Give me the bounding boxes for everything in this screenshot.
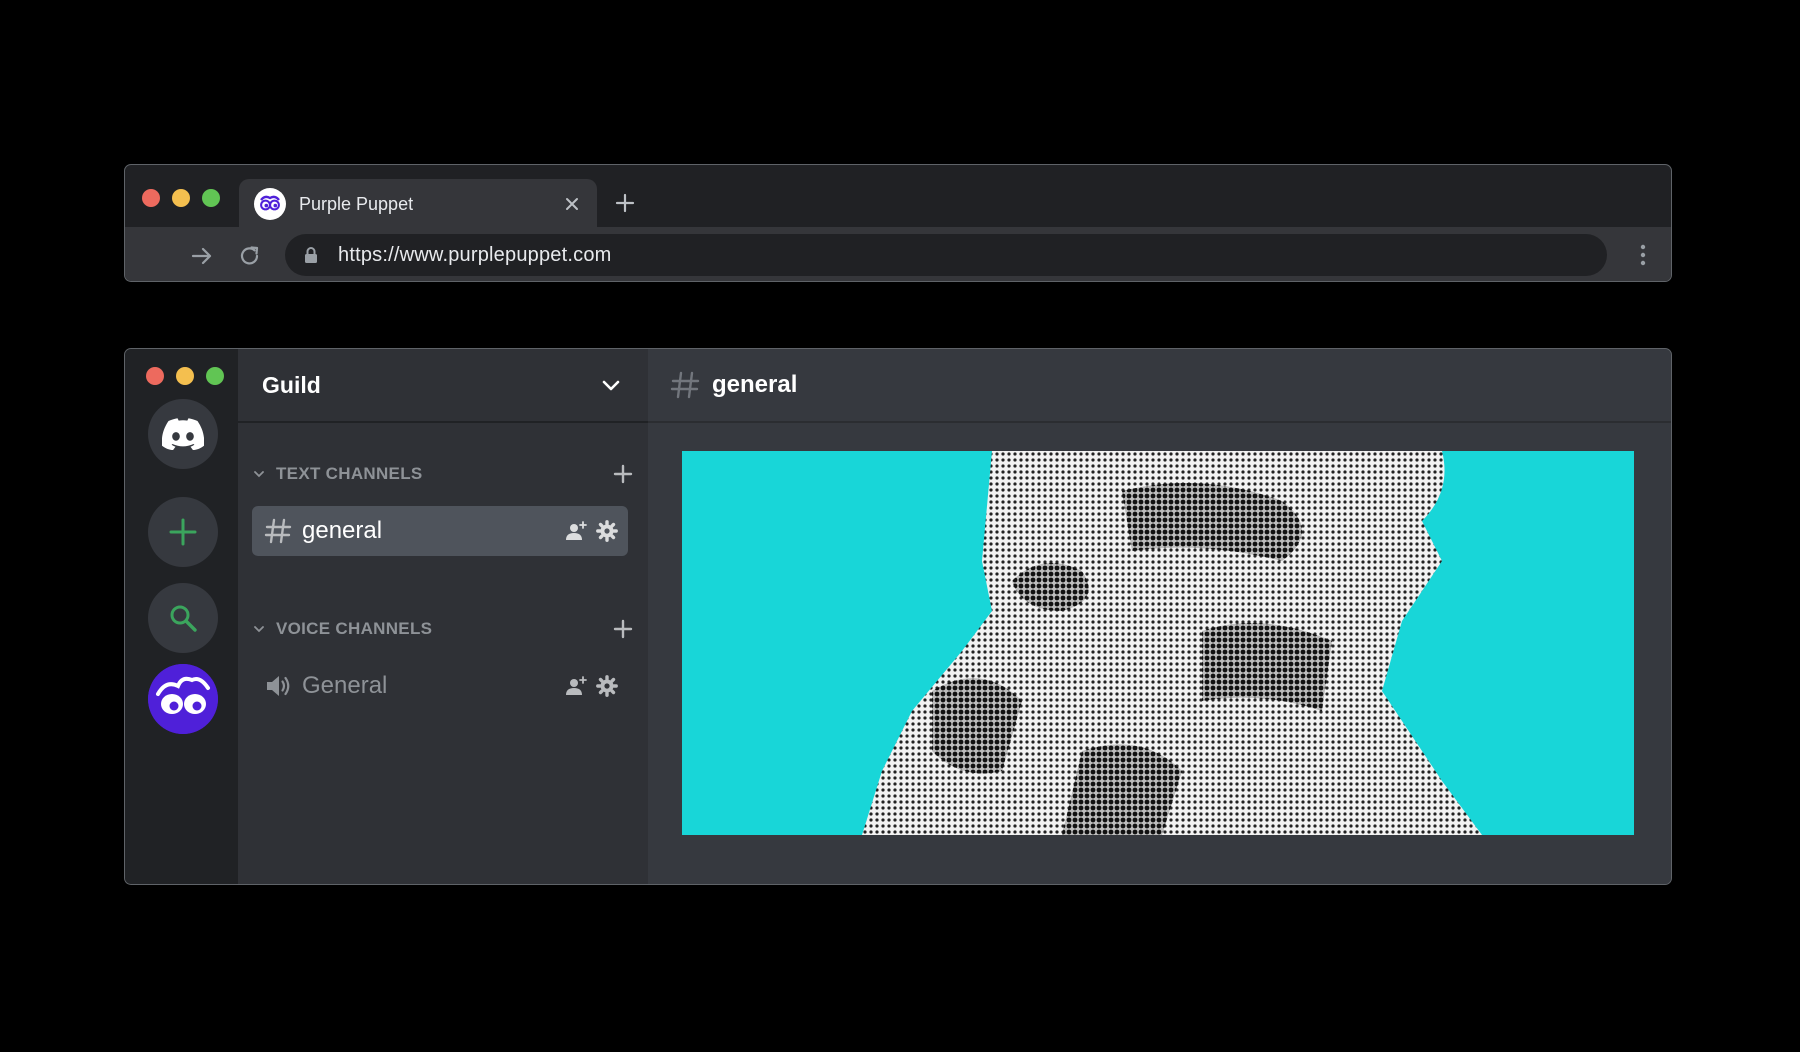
hashtag-icon [670, 371, 700, 399]
maximize-window-button[interactable] [202, 189, 220, 207]
channel-sidebar: Guild TEXT CHANNELS general VOICE CHANNE… [238, 349, 648, 884]
reload-icon[interactable] [237, 243, 263, 269]
explore-servers-button[interactable] [148, 583, 218, 653]
category-label: TEXT CHANNELS [276, 464, 423, 483]
category-text-channels[interactable]: TEXT CHANNELS [252, 459, 634, 489]
close-window-button[interactable] [142, 189, 160, 207]
home-button[interactable] [148, 399, 218, 469]
channel-general[interactable]: general [252, 506, 628, 556]
tab-title: Purple Puppet [299, 193, 414, 214]
kebab-menu-icon[interactable] [1639, 243, 1647, 267]
purple-puppet-logo-icon [254, 188, 286, 220]
create-channel-plus-icon[interactable] [612, 618, 634, 640]
invite-user-icon[interactable] [565, 520, 587, 542]
maximize-window-button[interactable] [206, 367, 224, 385]
gear-icon[interactable] [596, 520, 618, 542]
channel-label: General [302, 672, 388, 699]
chevron-down-icon[interactable] [600, 375, 622, 397]
gear-icon[interactable] [596, 675, 618, 697]
chevron-down-icon [254, 471, 264, 478]
channel-voice-general[interactable]: General [252, 661, 628, 711]
halftone-astronaut-banner [682, 451, 1634, 835]
discord-logo-icon [162, 418, 204, 450]
speaker-icon [267, 676, 290, 696]
lock-icon [305, 247, 317, 263]
chevron-down-icon [254, 626, 264, 633]
arrow-right-icon[interactable] [189, 243, 215, 269]
new-tab-plus-icon[interactable] [613, 191, 637, 215]
minimize-window-button[interactable] [176, 367, 194, 385]
channel-label: general [302, 517, 383, 544]
create-channel-plus-icon[interactable] [612, 463, 634, 485]
address-bar[interactable]: https://www.purplepuppet.com [285, 234, 1607, 276]
guild-header[interactable]: Guild [238, 349, 648, 423]
browser-tab[interactable]: Purple Puppet [239, 179, 597, 229]
channel-actions [565, 520, 618, 542]
search-icon [170, 605, 197, 632]
category-voice-channels[interactable]: VOICE CHANNELS [252, 614, 634, 644]
guild-name: Guild [262, 371, 321, 398]
minimize-window-button[interactable] [172, 189, 190, 207]
window-controls [142, 189, 220, 207]
hashtag-icon [264, 518, 292, 544]
channel-title: general [712, 371, 798, 398]
browser-toolbar: https://www.purplepuppet.com [125, 227, 1671, 281]
url-text: https://www.purplepuppet.com [338, 243, 612, 266]
window-controls [146, 367, 224, 385]
plus-icon [169, 518, 197, 546]
close-icon[interactable] [561, 193, 583, 215]
add-server-button[interactable] [148, 497, 218, 567]
channel-actions [565, 675, 618, 697]
close-window-button[interactable] [146, 367, 164, 385]
chat-header: general [648, 349, 1671, 423]
purple-puppet-server-button[interactable] [148, 664, 218, 734]
browser-window: Purple Puppet https://www.purplepuppet.c… [124, 164, 1672, 282]
category-label: VOICE CHANNELS [276, 619, 433, 638]
discord-window: Guild TEXT CHANNELS general VOICE CHANNE… [124, 348, 1672, 885]
server-rail [125, 349, 238, 884]
purple-puppet-logo-icon [148, 664, 218, 734]
chat-area: general [648, 349, 1671, 884]
invite-user-icon[interactable] [565, 675, 587, 697]
